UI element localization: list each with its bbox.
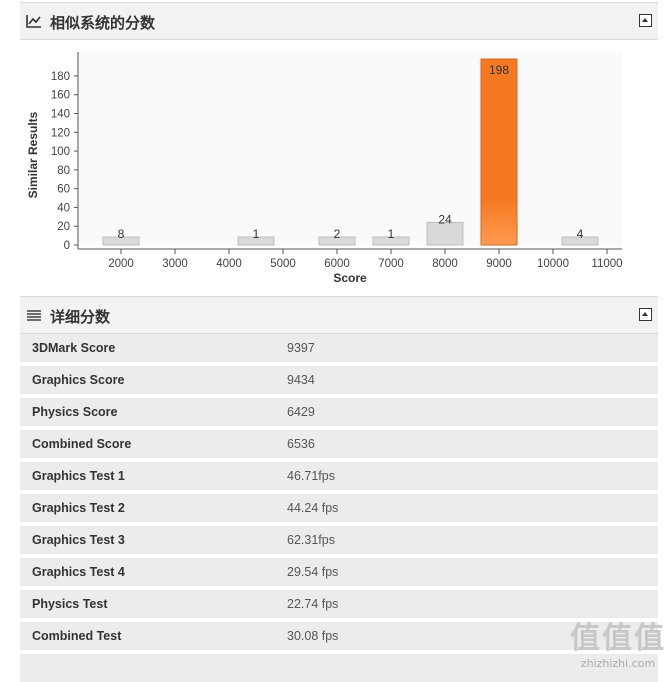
detail-scores-title: 详细分数 [50, 308, 111, 326]
x-tick-label: 2000 [108, 258, 134, 270]
bar-value-label: 4 [577, 227, 584, 241]
row-value: 6536 [287, 437, 315, 451]
row-value: 44.24 fps [287, 501, 339, 515]
row-label: Physics Score [32, 405, 118, 419]
bar-value-label: 2 [334, 227, 341, 241]
row-value: 9397 [287, 341, 315, 355]
bar-value-label: 24 [438, 212, 452, 226]
y-axis-title: Similar Results [26, 111, 40, 198]
row-value: 30.08 fps [287, 629, 339, 643]
collapse-details-button[interactable] [639, 308, 652, 321]
bar-value-label: 1 [253, 227, 260, 241]
table-row: Graphics Test 2 44.24 fps [20, 494, 658, 522]
y-tick-label: 160 [51, 90, 70, 102]
y-tick-label: 120 [51, 127, 70, 139]
y-tick-label: 40 [57, 202, 70, 214]
row-label: Combined Score [32, 437, 132, 451]
plot-area [78, 52, 622, 245]
y-tick-label: 140 [51, 108, 70, 120]
x-tick-label: 6000 [324, 258, 350, 270]
table-row: Graphics Test 4 29.54 fps [20, 558, 658, 586]
table-row: Graphics Test 1 46.71fps [20, 462, 658, 490]
bar-value-label: 198 [489, 63, 509, 77]
row-value: 46.71fps [287, 469, 335, 483]
row-label: Graphics Test 3 [32, 533, 125, 547]
list-icon [27, 310, 41, 321]
y-tick-label: 180 [51, 71, 70, 83]
table-row: Graphics Score 9434 [20, 366, 658, 394]
similar-scores-header: 相似系统的分数 [20, 2, 658, 40]
table-row: Combined Score 6536 [20, 430, 658, 458]
x-tick-label: 8000 [432, 258, 458, 270]
watermark-site: zhizhizhi.com [580, 657, 656, 670]
y-tick-label: 0 [64, 240, 70, 252]
similar-results-chart: 0 20 40 60 80 100 120 140 160 180 2000 3000 4000 5000… [20, 40, 658, 292]
x-tick-label: 9000 [486, 258, 512, 270]
bar-value-label: 8 [118, 227, 125, 241]
y-tick-label: 60 [57, 184, 70, 196]
row-value: 22.74 fps [287, 597, 339, 611]
watermark-logo: 值值值 zhizhizhi.com [570, 613, 666, 670]
collapse-similar-button[interactable] [639, 14, 652, 27]
histogram-svg: 0 20 40 60 80 100 120 140 160 180 2000 3000 4000 5000… [26, 52, 623, 285]
bar [480, 58, 518, 246]
x-tick-label: 7000 [378, 258, 404, 270]
x-tick-label: 3000 [162, 258, 188, 270]
x-tick-label: 10000 [537, 258, 569, 270]
row-label: 3DMark Score [32, 341, 116, 355]
table-row: 3DMark Score 9397 [20, 334, 658, 362]
row-value: 6429 [287, 405, 315, 419]
line-chart-icon [26, 15, 41, 28]
row-label: Physics Test [32, 597, 108, 611]
row-label: Graphics Score [32, 373, 125, 387]
bar-value-label: 1 [388, 227, 395, 241]
watermark-glyphs: 值值值 [570, 621, 666, 656]
table-row: Combined Test 30.08 fps [20, 622, 658, 650]
x-axis-title: Score [333, 271, 367, 285]
y-tick-label: 100 [51, 146, 70, 158]
table-row-empty [20, 654, 658, 682]
table-row: Physics Score 6429 [20, 398, 658, 426]
row-value: 29.54 fps [287, 565, 339, 579]
row-label: Graphics Test 2 [32, 501, 125, 515]
detail-scores-header: 详细分数 [20, 296, 658, 334]
x-tick-label: 4000 [216, 258, 242, 270]
y-tick-label: 20 [57, 221, 70, 233]
table-row: Graphics Test 3 62.31fps [20, 526, 658, 554]
row-label: Combined Test [32, 629, 122, 643]
y-tick-label: 80 [57, 165, 70, 177]
x-tick-label: 11000 [591, 258, 622, 270]
row-label: Graphics Test 4 [32, 565, 125, 579]
x-tick-label: 5000 [270, 258, 296, 270]
row-label: Graphics Test 1 [32, 469, 125, 483]
row-value: 9434 [287, 373, 315, 387]
table-row: Physics Test 22.74 fps [20, 590, 658, 618]
row-value: 62.31fps [287, 533, 335, 547]
similar-scores-title: 相似系统的分数 [50, 14, 156, 32]
